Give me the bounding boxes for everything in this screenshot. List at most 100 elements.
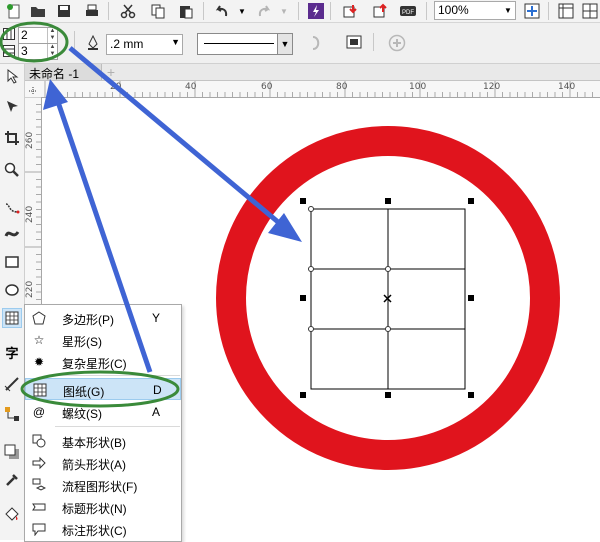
- selection-handle-bottom-right[interactable]: [468, 392, 474, 398]
- red-ring-shape[interactable]: [216, 126, 560, 470]
- rectangle-tool-icon[interactable]: [2, 252, 22, 272]
- selection-handle-top-right[interactable]: [468, 198, 474, 204]
- menu-item-callout-shapes[interactable]: 标注形状(C): [25, 518, 181, 540]
- spinner-arrows-icon[interactable]: ▲ ▼: [47, 44, 57, 59]
- zoom-tool-icon[interactable]: [2, 160, 22, 180]
- parallel-dimension-tool-icon[interactable]: [2, 374, 22, 394]
- ruler-label: 260: [25, 131, 35, 149]
- graph-paper-object[interactable]: [310, 208, 466, 390]
- center-marker-icon[interactable]: [383, 294, 392, 303]
- publish-pdf-icon[interactable]: PDF: [398, 1, 418, 21]
- menu-item-flowchart-shapes[interactable]: 流程图形状(F): [25, 474, 181, 496]
- menu-item-shortcut: Y: [152, 311, 161, 325]
- artistic-media-tool-icon[interactable]: [2, 224, 22, 244]
- selection-handle-bottom[interactable]: [385, 392, 391, 398]
- toolbar-separator: [298, 2, 299, 20]
- selection-handle-top[interactable]: [385, 198, 391, 204]
- toolbar-separator: [373, 33, 374, 51]
- open-folder-icon[interactable]: [28, 1, 48, 21]
- eyedropper-tool-icon[interactable]: [2, 470, 22, 490]
- redo-dropdown-icon[interactable]: ▼: [274, 1, 294, 21]
- print-icon[interactable]: [82, 1, 102, 21]
- graph-paper-tool-icon[interactable]: [2, 308, 22, 328]
- grid-columns-input[interactable]: 2 ▲ ▼: [18, 27, 58, 44]
- ruler-label: 240: [25, 205, 35, 223]
- show-grid-icon[interactable]: [580, 1, 600, 21]
- redo-icon[interactable]: [254, 1, 274, 21]
- ruler-label: 100: [409, 82, 427, 92]
- menu-item-banner-shapes[interactable]: 标题形状(N): [25, 496, 181, 518]
- node-marker[interactable]: [308, 266, 314, 272]
- spinner-arrows-icon[interactable]: ▲ ▼: [47, 28, 57, 43]
- add-preset-icon[interactable]: [388, 34, 406, 55]
- menu-item-star[interactable]: ☆ 星形(S): [25, 329, 181, 351]
- fill-tool-icon[interactable]: [2, 504, 22, 524]
- ruler-label: 80: [336, 82, 348, 92]
- menu-item-label: 箭头形状(A): [62, 458, 126, 472]
- ruler-label: 120: [483, 82, 501, 92]
- banner-shapes-icon: [31, 499, 47, 515]
- ellipse-tool-icon[interactable]: [2, 280, 22, 300]
- complex-star-icon: ✹: [33, 355, 45, 369]
- freehand-tool-icon[interactable]: [2, 198, 22, 218]
- outline-width-select[interactable]: .2 mm ▼: [106, 34, 183, 55]
- grid-rows-icon: [3, 45, 15, 60]
- node-marker[interactable]: [385, 326, 391, 332]
- wrap-text-icon[interactable]: [310, 35, 324, 54]
- node-marker[interactable]: [308, 206, 314, 212]
- menu-item-graph-paper[interactable]: 图纸(G) D: [25, 378, 181, 400]
- menu-item-basic-shapes[interactable]: 基本形状(B): [25, 430, 181, 452]
- menu-item-label: 图纸(G): [63, 385, 105, 399]
- add-document-tab-button[interactable]: +: [104, 65, 118, 79]
- menu-item-label: 星形(S): [62, 335, 102, 349]
- connector-tool-icon[interactable]: [2, 404, 22, 424]
- menu-item-label: 复杂星形(C): [62, 357, 127, 371]
- graph-paper-icon: [32, 382, 48, 398]
- outline-pen-icon: [86, 34, 100, 54]
- horizontal-ruler[interactable]: 20 40 60 80 100 120 140: [25, 81, 600, 98]
- menu-item-shortcut: D: [153, 383, 162, 397]
- grid-rows-value: 3: [21, 44, 28, 58]
- zoom-level-select[interactable]: 100% ▼: [434, 1, 516, 20]
- menu-item-spiral[interactable]: @ 螺纹(S) A: [25, 401, 181, 423]
- toolbox: 字: [0, 64, 25, 540]
- to-front-of-layer-icon[interactable]: [346, 34, 362, 53]
- menu-item-label: 标注形状(C): [62, 524, 127, 538]
- grid-rows-input[interactable]: 3 ▲ ▼: [18, 43, 58, 60]
- node-marker[interactable]: [385, 266, 391, 272]
- menu-item-arrow-shapes[interactable]: 箭头形状(A): [25, 452, 181, 474]
- selection-handle-top-left[interactable]: [300, 198, 306, 204]
- cut-icon[interactable]: [118, 1, 138, 21]
- ruler-origin-icon[interactable]: [25, 81, 41, 97]
- import-icon[interactable]: [340, 1, 360, 21]
- shape-tool-icon[interactable]: [2, 96, 22, 116]
- selection-handle-right[interactable]: [468, 295, 474, 301]
- new-document-icon[interactable]: [4, 1, 24, 21]
- full-screen-preview-icon[interactable]: [522, 1, 542, 21]
- drop-shadow-tool-icon[interactable]: [2, 442, 22, 462]
- undo-dropdown-icon[interactable]: ▼: [232, 1, 252, 21]
- node-marker[interactable]: [308, 326, 314, 332]
- export-icon[interactable]: [370, 1, 390, 21]
- text-tool-icon[interactable]: 字: [2, 342, 22, 362]
- undo-icon[interactable]: [212, 1, 232, 21]
- crop-tool-icon[interactable]: [2, 128, 22, 148]
- line-style-select[interactable]: ▼: [197, 33, 293, 55]
- paste-icon[interactable]: [176, 1, 196, 21]
- selection-handle-bottom-left[interactable]: [300, 392, 306, 398]
- selection-handle-left[interactable]: [300, 295, 306, 301]
- show-rulers-icon[interactable]: [556, 1, 576, 21]
- pick-tool-icon[interactable]: [2, 66, 22, 86]
- flowchart-shapes-icon: [31, 477, 47, 493]
- menu-item-complex-star[interactable]: ✹ 复杂星形(C): [25, 351, 181, 373]
- copy-icon[interactable]: [148, 1, 168, 21]
- menu-item-polygon[interactable]: 多边形(P) Y: [25, 307, 181, 329]
- svg-text:PDF: PDF: [402, 10, 414, 16]
- corel-launcher-icon[interactable]: [306, 1, 326, 21]
- document-tab[interactable]: 未命名 -1: [25, 64, 102, 81]
- save-icon[interactable]: [54, 1, 74, 21]
- menu-item-label: 基本形状(B): [62, 436, 126, 450]
- grid-columns-value: 2: [21, 28, 28, 42]
- outline-width-value: .2 mm: [110, 37, 144, 51]
- toolbar-separator: [330, 2, 331, 20]
